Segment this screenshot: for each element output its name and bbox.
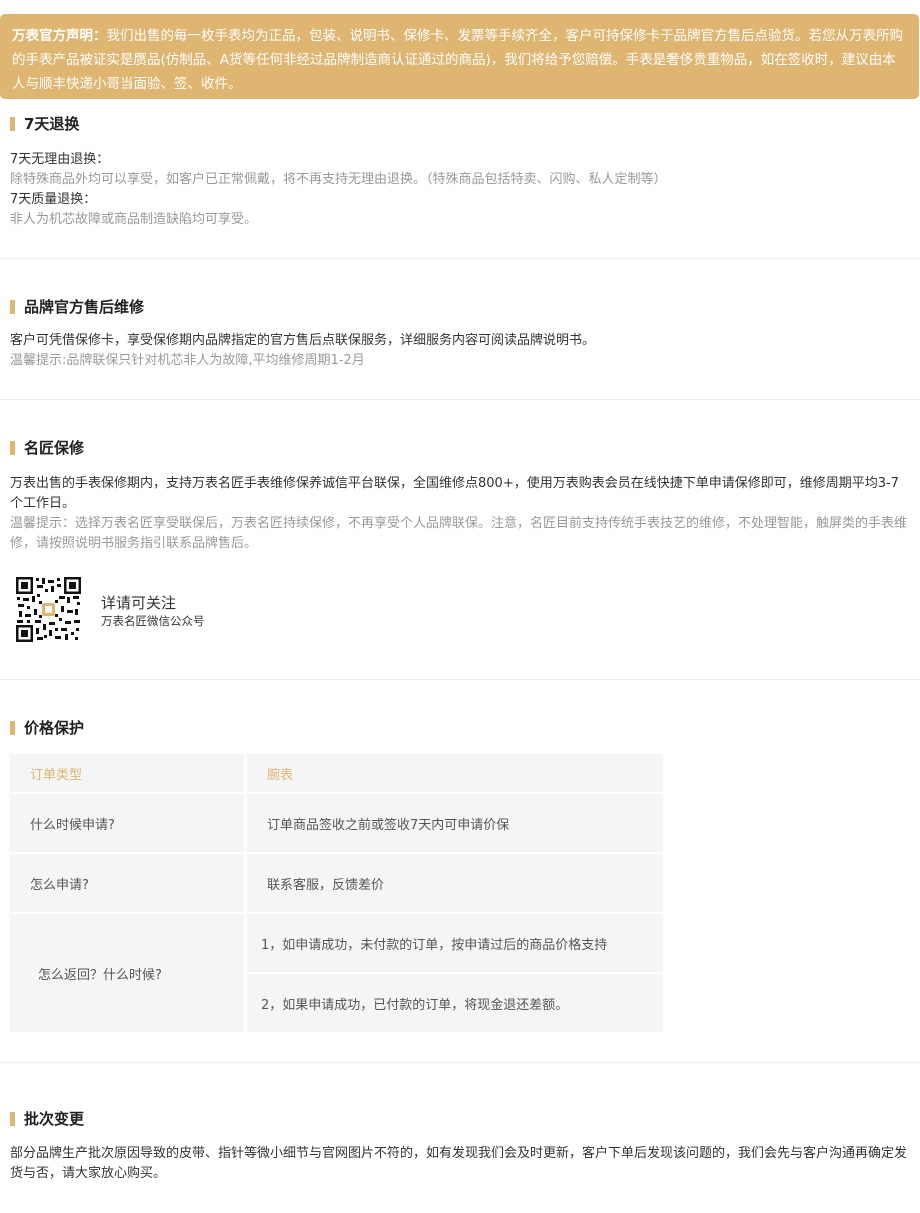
- master-repair-tip: 温馨提示：选择万表名匠享受联保后，万表名匠持续保修，不再享受个人品牌联保。注意，…: [10, 516, 908, 551]
- return-no-reason-label: 7天无理由退换：: [10, 152, 110, 167]
- return-quality-text: 非人为机芯故障或商品制造缺陷均可享受。: [10, 212, 258, 227]
- table-row-answer: 联系客服，反馈差价: [247, 854, 663, 912]
- table-row-question: 什么时候申请?: [10, 794, 244, 852]
- qr-caption-subtitle: 万表名匠微信公众号: [101, 614, 205, 628]
- section-title-brand-repair: 品牌官方售后维修: [10, 297, 144, 317]
- return-no-reason-text: 除特殊商品外均可以享受，如客户已正常佩戴，将不再支持无理由退换。（特殊商品包括特…: [10, 172, 667, 187]
- section-divider: [0, 399, 920, 400]
- table-header-cell: 腕表: [247, 754, 663, 792]
- brand-repair-tip: 温馨提示:品牌联保只针对机芯非人为故障,平均维修周期1-2月: [10, 353, 365, 368]
- batch-change-text: 部分品牌生产批次原因导致的皮带、指针等微小细节与官网图片不符的，如有发现我们会及…: [10, 1146, 908, 1181]
- table-row-question: 怎么返回？什么时候?: [10, 914, 244, 1032]
- notice-label: 万表官方声明：: [12, 28, 107, 44]
- notice-text: 我们出售的每一枚手表均为正品，包装、说明书、保修卡、发票等手续齐全，客户可持保修…: [12, 28, 903, 92]
- master-repair-text: 万表出售的手表保修期内，支持万表名匠手表维修保养诚信平台联保，全国维修点800+…: [10, 476, 899, 511]
- wechat-qr-code: [15, 576, 82, 643]
- return-quality-label: 7天质量退换：: [10, 192, 97, 207]
- table-row-answer: 2，如果申请成功，已付款的订单，将现金退还差额。: [247, 974, 663, 1032]
- section-title-return: 7天退换: [10, 114, 79, 134]
- section-title-master-repair: 名匠保修: [10, 438, 84, 458]
- section-divider: [0, 258, 920, 259]
- section-divider: [0, 679, 920, 680]
- table-header-cell: 订单类型: [10, 754, 244, 792]
- table-row-answer: 订单商品签收之前或签收7天内可申请价保: [247, 794, 663, 852]
- brand-repair-text: 客户可凭借保修卡，享受保修期内品牌指定的官方售后点联保服务，详细服务内容可阅读品…: [10, 333, 596, 348]
- table-row-answer: 1，如申请成功，未付款的订单，按申请过后的商品价格支持: [247, 914, 663, 972]
- section-title-price-protect: 价格保护: [10, 718, 84, 738]
- official-notice-banner: 万表官方声明：我们出售的每一枚手表均为正品，包装、说明书、保修卡、发票等手续齐全…: [0, 14, 919, 99]
- table-row-question: 怎么申请?: [10, 854, 244, 912]
- section-divider: [0, 1062, 920, 1063]
- qr-caption-title: 详请可关注: [101, 594, 177, 612]
- section-title-batch: 批次变更: [10, 1109, 84, 1129]
